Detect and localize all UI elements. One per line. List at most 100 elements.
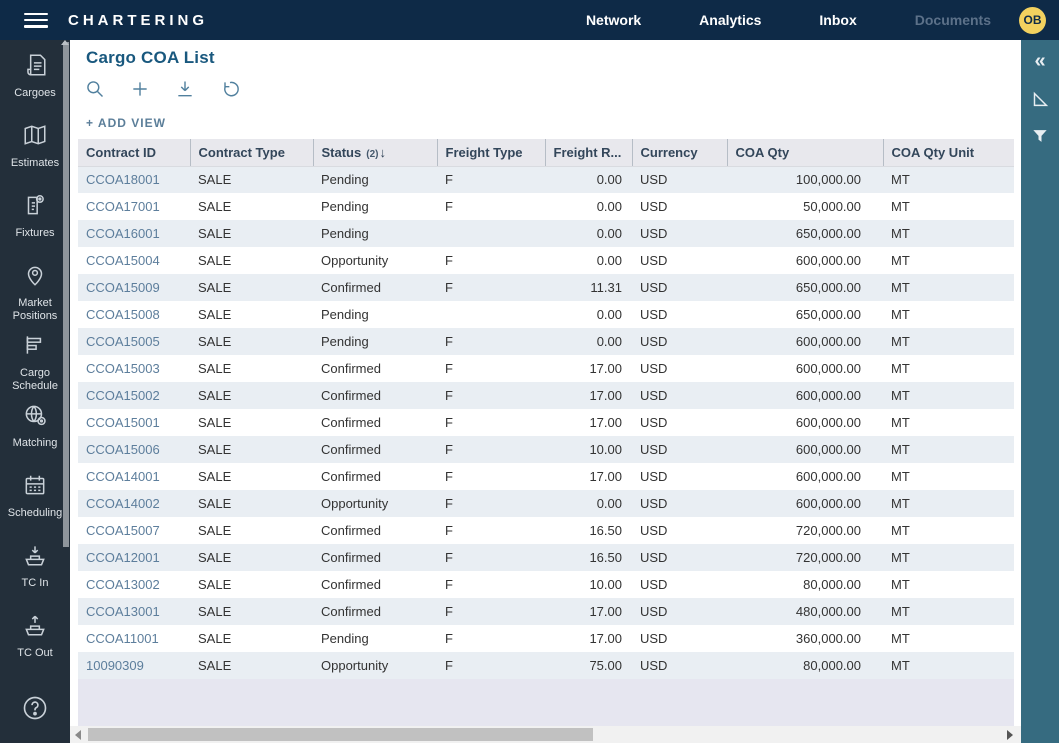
freight-type-cell: F — [437, 544, 545, 571]
column-header-contract-type[interactable]: Contract Type — [190, 139, 313, 166]
top-navigation: Network Analytics Inbox Documents — [586, 12, 991, 28]
coa-qty-cell: 480,000.00 — [727, 598, 883, 625]
coa-qty-cell: 650,000.00 — [727, 220, 883, 247]
nav-item-inbox[interactable]: Inbox — [819, 12, 856, 28]
table-row[interactable]: CCOA16001SALEPending0.00USD650,000.00MT — [78, 220, 1014, 247]
sort-count-badge: (2) — [366, 149, 378, 160]
contract-id-cell[interactable]: CCOA11001 — [78, 625, 190, 652]
sidebar-scrollbar[interactable] — [63, 42, 69, 547]
search-icon[interactable] — [85, 79, 105, 99]
freight-type-cell: F — [437, 652, 545, 679]
freight-rate-cell: 10.00 — [545, 436, 632, 463]
top-bar: CHARTERING Network Analytics Inbox Docum… — [0, 0, 1059, 40]
column-header-freight-type[interactable]: Freight Type — [437, 139, 545, 166]
contract-id-cell[interactable]: CCOA13001 — [78, 598, 190, 625]
table-row[interactable]: CCOA11001SALEPendingF17.00USD360,000.00M… — [78, 625, 1014, 652]
sidebar-item-cargoes[interactable]: Cargoes — [2, 52, 68, 122]
table-row[interactable]: CCOA12001SALEConfirmedF16.50USD720,000.0… — [78, 544, 1014, 571]
pointer-tool-icon[interactable] — [1029, 88, 1051, 110]
user-avatar[interactable]: OB — [1019, 7, 1046, 34]
sidebar-item-estimates[interactable]: Estimates — [2, 122, 68, 192]
add-view-button[interactable]: + ADD VIEW — [86, 116, 166, 130]
add-icon[interactable] — [130, 79, 150, 99]
contract-id-cell[interactable]: CCOA15007 — [78, 517, 190, 544]
help-button[interactable] — [0, 694, 70, 727]
scroll-icon — [22, 52, 48, 83]
table-row[interactable]: CCOA15004SALEOpportunityF0.00USD600,000.… — [78, 247, 1014, 274]
coa-qty-unit-cell: MT — [883, 463, 1014, 490]
contract-id-cell[interactable]: CCOA18001 — [78, 166, 190, 193]
table-row[interactable]: 10090309SALEOpportunityF75.00USD80,000.0… — [78, 652, 1014, 679]
column-header-coa-qty[interactable]: COA Qty — [727, 139, 883, 166]
sidebar-item-market-positions[interactable]: Market Positions — [2, 262, 68, 332]
table-row[interactable]: CCOA15008SALEPending0.00USD650,000.00MT — [78, 301, 1014, 328]
coa-table-body: CCOA18001SALEPendingF0.00USD100,000.00MT… — [78, 166, 1014, 679]
column-header-contract-id[interactable]: Contract ID — [78, 139, 190, 166]
table-row[interactable]: CCOA15007SALEConfirmedF16.50USD720,000.0… — [78, 517, 1014, 544]
table-row[interactable]: CCOA15003SALEConfirmedF17.00USD600,000.0… — [78, 355, 1014, 382]
scroll-up-arrow-icon[interactable] — [61, 40, 69, 45]
freight-rate-cell: 0.00 — [545, 166, 632, 193]
sidebar-item-tc-out[interactable]: TC Out — [2, 612, 68, 682]
currency-cell: USD — [632, 463, 727, 490]
scroll-gear-icon — [22, 192, 48, 223]
table-row[interactable]: CCOA13001SALEConfirmedF17.00USD480,000.0… — [78, 598, 1014, 625]
table-row[interactable]: CCOA17001SALEPendingF0.00USD50,000.00MT — [78, 193, 1014, 220]
table-row[interactable]: CCOA15009SALEConfirmedF11.31USD650,000.0… — [78, 274, 1014, 301]
gantt-icon — [22, 332, 48, 363]
sidebar-item-label: Cargo Schedule — [2, 367, 68, 393]
contract-id-cell[interactable]: 10090309 — [78, 652, 190, 679]
column-header-currency[interactable]: Currency — [632, 139, 727, 166]
currency-cell: USD — [632, 220, 727, 247]
contract-id-cell[interactable]: CCOA15009 — [78, 274, 190, 301]
scroll-left-arrow-icon[interactable] — [75, 730, 81, 740]
sidebar-item-cargo-schedule[interactable]: Cargo Schedule — [2, 332, 68, 402]
table-row[interactable]: CCOA15001SALEConfirmedF17.00USD600,000.0… — [78, 409, 1014, 436]
sidebar-item-matching[interactable]: Matching — [2, 402, 68, 472]
freight-rate-cell: 11.31 — [545, 274, 632, 301]
coa-qty-cell: 600,000.00 — [727, 463, 883, 490]
contract-id-cell[interactable]: CCOA15005 — [78, 328, 190, 355]
nav-item-documents[interactable]: Documents — [915, 12, 991, 28]
collapse-panel-icon[interactable]: « — [1034, 50, 1045, 72]
horizontal-scrollbar-thumb[interactable] — [88, 728, 593, 741]
sidebar-item-fixtures[interactable]: Fixtures — [2, 192, 68, 262]
contract-id-cell[interactable]: CCOA14002 — [78, 490, 190, 517]
contract-id-cell[interactable]: CCOA15002 — [78, 382, 190, 409]
coa-qty-cell: 600,000.00 — [727, 382, 883, 409]
contract-id-cell[interactable]: CCOA16001 — [78, 220, 190, 247]
contract-id-cell[interactable]: CCOA15004 — [78, 247, 190, 274]
contract-id-cell[interactable]: CCOA17001 — [78, 193, 190, 220]
freight-type-cell — [437, 220, 545, 247]
hamburger-menu-icon[interactable] — [24, 13, 48, 28]
download-icon[interactable] — [175, 79, 195, 99]
contract-id-cell[interactable]: CCOA14001 — [78, 463, 190, 490]
column-header-status[interactable]: Status(2)↓ — [313, 139, 437, 166]
reset-icon[interactable] — [220, 79, 240, 99]
table-row[interactable]: CCOA14001SALEConfirmedF17.00USD600,000.0… — [78, 463, 1014, 490]
contract-id-cell[interactable]: CCOA15001 — [78, 409, 190, 436]
column-header-freight-rate[interactable]: Freight R... — [545, 139, 632, 166]
coa-qty-unit-cell: MT — [883, 166, 1014, 193]
horizontal-scrollbar[interactable] — [70, 726, 1021, 743]
table-row[interactable]: CCOA14002SALEOpportunityF0.00USD600,000.… — [78, 490, 1014, 517]
table-row[interactable]: CCOA15005SALEPendingF0.00USD600,000.00MT — [78, 328, 1014, 355]
contract-id-cell[interactable]: CCOA13002 — [78, 571, 190, 598]
contract-id-cell[interactable]: CCOA15003 — [78, 355, 190, 382]
currency-cell: USD — [632, 166, 727, 193]
table-row[interactable]: CCOA13002SALEConfirmedF10.00USD80,000.00… — [78, 571, 1014, 598]
table-row[interactable]: CCOA18001SALEPendingF0.00USD100,000.00MT — [78, 166, 1014, 193]
table-row[interactable]: CCOA15002SALEConfirmedF17.00USD600,000.0… — [78, 382, 1014, 409]
contract-id-cell[interactable]: CCOA12001 — [78, 544, 190, 571]
nav-item-network[interactable]: Network — [586, 12, 641, 28]
sidebar-item-scheduling[interactable]: Scheduling — [2, 472, 68, 542]
column-header-coa-qty-unit[interactable]: COA Qty Unit — [883, 139, 1014, 166]
nav-item-analytics[interactable]: Analytics — [699, 12, 761, 28]
main-content: Cargo COA List — [70, 40, 1021, 743]
filter-icon[interactable] — [1030, 126, 1050, 146]
contract-id-cell[interactable]: CCOA15006 — [78, 436, 190, 463]
sidebar-item-tc-in[interactable]: TC In — [2, 542, 68, 612]
table-row[interactable]: CCOA15006SALEConfirmedF10.00USD600,000.0… — [78, 436, 1014, 463]
contract-id-cell[interactable]: CCOA15008 — [78, 301, 190, 328]
scroll-right-arrow-icon[interactable] — [1007, 730, 1013, 740]
